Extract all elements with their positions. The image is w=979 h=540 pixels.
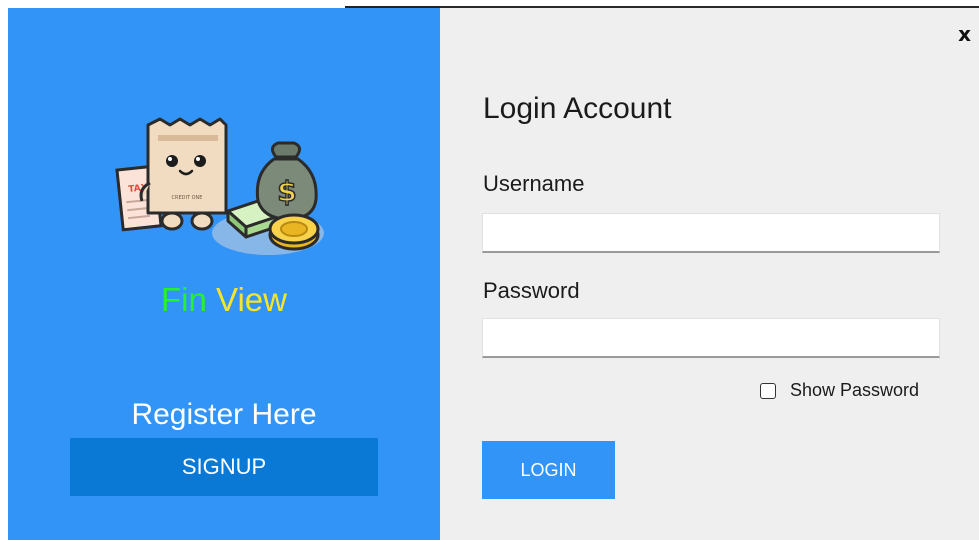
brand-title: Fin View (8, 280, 440, 320)
register-heading: Register Here (131, 398, 317, 431)
login-panel: x Login Account Username Password Show P… (440, 6, 979, 540)
username-input[interactable] (482, 213, 940, 253)
brand-view: View (216, 281, 287, 318)
login-window: TAX CREDIT ONE $ Fin View Register Here … (0, 0, 979, 540)
password-input[interactable] (482, 318, 940, 358)
receipt-label: CREDIT ONE (172, 195, 203, 201)
show-password-label: Show Password (790, 380, 920, 400)
password-label: Password (483, 278, 580, 303)
username-label: Username (483, 171, 585, 196)
show-password-toggle[interactable]: Show Password (760, 380, 919, 401)
close-icon[interactable]: x (958, 24, 971, 44)
login-button[interactable]: LOGIN (482, 441, 615, 499)
fin-view-mascot-icon: TAX CREDIT ONE $ (115, 117, 324, 255)
signup-button[interactable]: SIGNUP (70, 438, 378, 496)
window-top-border (345, 6, 445, 8)
dollar-label: $ (277, 175, 296, 208)
show-password-checkbox[interactable] (760, 382, 776, 399)
brand-fin: Fin (161, 281, 207, 318)
login-title: Login Account (483, 92, 672, 125)
register-panel: TAX CREDIT ONE $ Fin View Register Here … (8, 8, 440, 540)
